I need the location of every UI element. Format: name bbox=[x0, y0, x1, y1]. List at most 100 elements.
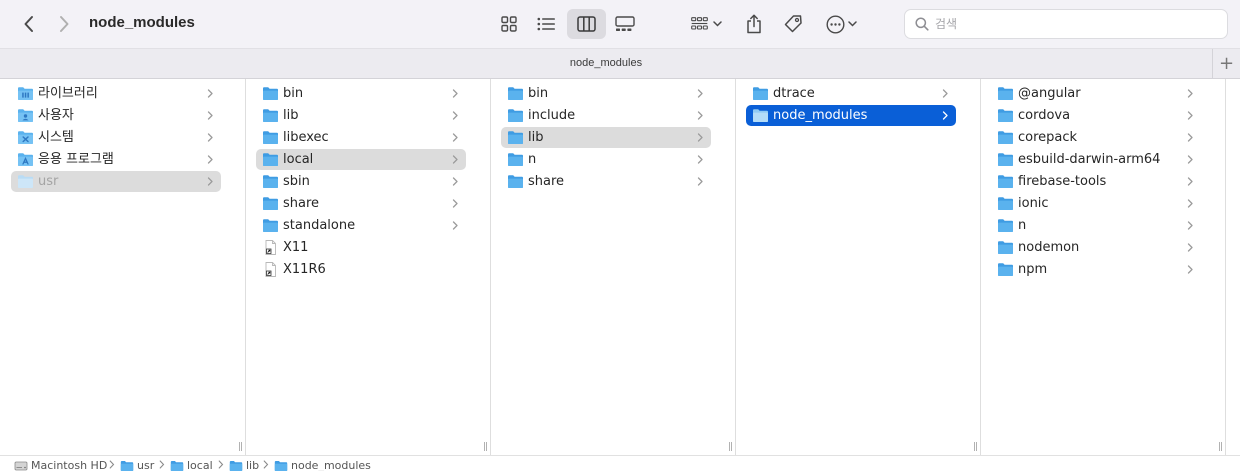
column-resize-handle[interactable]: || bbox=[483, 442, 488, 452]
list-item-users[interactable]: 사용자 bbox=[11, 105, 221, 126]
grid-icon bbox=[501, 16, 517, 32]
path-crumb-label: Macintosh HD bbox=[31, 459, 108, 471]
forward-button[interactable] bbox=[52, 12, 76, 36]
chevron-right-icon bbox=[207, 89, 213, 98]
tab-bar: node_modules + bbox=[0, 48, 1240, 79]
list-item-label: X11 bbox=[283, 240, 309, 255]
list-item-label: share bbox=[283, 196, 320, 211]
list-item-label: standalone bbox=[283, 218, 356, 233]
list-item-alias[interactable]: X11 bbox=[256, 237, 466, 258]
list-item-label: usr bbox=[38, 174, 59, 189]
share-button[interactable] bbox=[740, 9, 768, 39]
chevron-down-icon bbox=[712, 21, 722, 27]
group-icon bbox=[690, 16, 708, 30]
list-item-label: lib bbox=[283, 108, 299, 123]
new-tab-button[interactable]: + bbox=[1212, 49, 1240, 78]
list-item-folder[interactable]: share bbox=[256, 193, 466, 214]
chevron-right-icon bbox=[1187, 111, 1193, 120]
list-item-folder[interactable]: n bbox=[991, 215, 1201, 236]
applications-folder-icon bbox=[18, 153, 33, 166]
more-icon bbox=[825, 14, 845, 34]
path-crumb-lib[interactable]: lib bbox=[229, 459, 259, 471]
list-item-system[interactable]: 시스템 bbox=[11, 127, 221, 148]
list-item-folder[interactable]: share bbox=[501, 171, 711, 192]
list-item-folder[interactable]: ionic bbox=[991, 193, 1201, 214]
column-2[interactable]: bin lib libexec local sbin share standal… bbox=[246, 79, 491, 455]
column-1[interactable]: 라이브러리 사용자 시스템 응용 프로그램 usr || bbox=[0, 79, 246, 455]
column-4[interactable]: dtrace node_modules || bbox=[736, 79, 981, 455]
path-crumb-node-modules[interactable]: node_modules bbox=[274, 459, 371, 471]
list-item-folder[interactable]: bin bbox=[501, 83, 711, 104]
list-item-folder[interactable]: corepack bbox=[991, 127, 1201, 148]
tab-node-modules[interactable]: node_modules bbox=[0, 49, 1212, 78]
list-item-folder[interactable]: nodemon bbox=[991, 237, 1201, 258]
column-resize-handle[interactable]: || bbox=[238, 442, 243, 452]
list-item-label: cordova bbox=[1018, 108, 1071, 123]
list-item-folder[interactable]: bin bbox=[256, 83, 466, 104]
window-title: node_modules bbox=[89, 14, 195, 31]
list-item-label: libexec bbox=[283, 130, 329, 145]
list-item-folder[interactable]: firebase-tools bbox=[991, 171, 1201, 192]
chevron-right-icon bbox=[1187, 243, 1193, 252]
path-crumb-macintosh-hd[interactable]: Macintosh HD bbox=[14, 459, 107, 471]
list-item-folder[interactable]: sbin bbox=[256, 171, 466, 192]
more-button[interactable] bbox=[820, 9, 862, 39]
back-button[interactable] bbox=[17, 12, 41, 36]
list-item-usr[interactable]: usr bbox=[11, 171, 221, 192]
chevron-right-icon bbox=[1187, 199, 1193, 208]
chevron-right-icon bbox=[207, 155, 213, 164]
list-item-folder-selected[interactable]: local bbox=[256, 149, 466, 170]
list-item-folder[interactable]: dtrace bbox=[746, 83, 956, 104]
chevron-down-icon bbox=[847, 21, 857, 27]
search-input[interactable] bbox=[935, 14, 1215, 34]
search-icon bbox=[915, 17, 929, 31]
list-item-folder[interactable]: lib bbox=[256, 105, 466, 126]
list-item-label: esbuild-darwin-arm64 bbox=[1018, 152, 1161, 167]
list-view-button[interactable] bbox=[530, 9, 562, 39]
chevron-right-icon bbox=[207, 177, 213, 186]
chevron-right-icon bbox=[697, 111, 703, 120]
folder-icon bbox=[508, 153, 523, 166]
column-view-button[interactable] bbox=[567, 9, 606, 39]
system-folder-icon bbox=[18, 131, 33, 144]
list-item-alias[interactable]: X11R6 bbox=[256, 259, 466, 280]
users-folder-icon bbox=[18, 109, 33, 122]
list-item-library[interactable]: 라이브러리 bbox=[11, 83, 221, 104]
list-item-label: n bbox=[528, 152, 537, 167]
path-crumb-usr[interactable]: usr bbox=[120, 459, 154, 471]
group-button[interactable] bbox=[686, 9, 726, 39]
folder-icon bbox=[998, 197, 1013, 210]
list-item-folder[interactable]: n bbox=[501, 149, 711, 170]
list-item-folder[interactable]: standalone bbox=[256, 215, 466, 236]
path-crumb-label: node_modules bbox=[291, 459, 371, 471]
gallery-view-button[interactable] bbox=[610, 9, 640, 39]
column-resize-handle[interactable]: || bbox=[973, 442, 978, 452]
path-separator-icon bbox=[218, 460, 224, 469]
column-5[interactable]: @angular cordova corepack esbuild-darwin… bbox=[981, 79, 1226, 455]
list-item-folder[interactable]: include bbox=[501, 105, 711, 126]
list-item-label: @angular bbox=[1018, 86, 1081, 101]
list-item-folder[interactable]: libexec bbox=[256, 127, 466, 148]
path-crumb-local[interactable]: local bbox=[170, 459, 213, 471]
list-item-folder-active[interactable]: node_modules bbox=[746, 105, 956, 126]
list-item-label: 라이브러리 bbox=[38, 86, 98, 101]
list-item-folder[interactable]: cordova bbox=[991, 105, 1201, 126]
column-resize-handle[interactable]: || bbox=[728, 442, 733, 452]
list-item-applications[interactable]: 응용 프로그램 bbox=[11, 149, 221, 170]
list-item-label: local bbox=[283, 152, 314, 167]
search-field[interactable] bbox=[904, 9, 1228, 39]
column-resize-handle[interactable]: || bbox=[1218, 442, 1223, 452]
hard-drive-icon bbox=[14, 461, 28, 470]
share-icon bbox=[747, 14, 761, 34]
column-3[interactable]: bin include lib n share || bbox=[491, 79, 736, 455]
list-item-folder[interactable]: npm bbox=[991, 259, 1201, 280]
list-item-folder[interactable]: @angular bbox=[991, 83, 1201, 104]
chevron-right-icon bbox=[452, 199, 458, 208]
list-item-folder[interactable]: esbuild-darwin-arm64 bbox=[991, 149, 1201, 170]
list-item-folder-selected[interactable]: lib bbox=[501, 127, 711, 148]
path-crumb-label: local bbox=[187, 459, 213, 471]
list-item-label: bin bbox=[528, 86, 549, 101]
icon-view-button[interactable] bbox=[494, 9, 524, 39]
list-item-label: share bbox=[528, 174, 565, 189]
tag-button[interactable] bbox=[778, 9, 808, 39]
